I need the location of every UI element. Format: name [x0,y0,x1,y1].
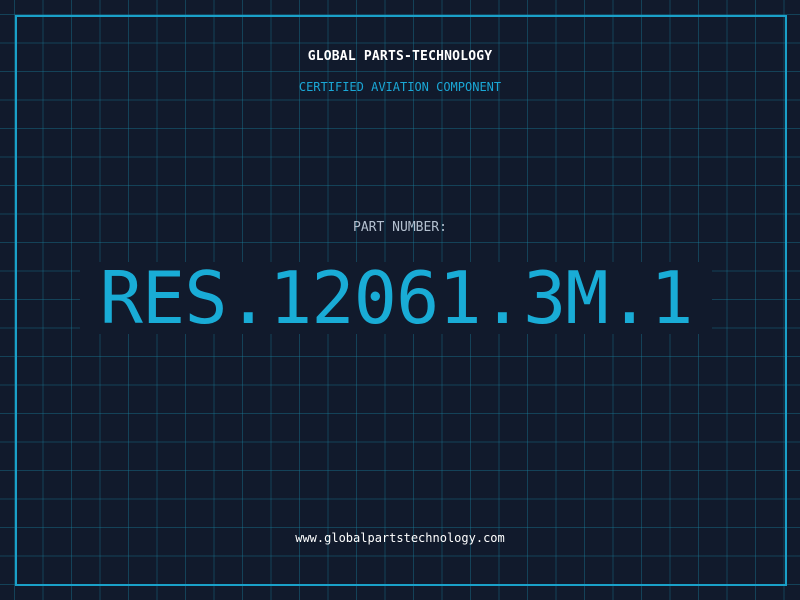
company-name: GLOBAL PARTS-TECHNOLOGY [307,49,493,64]
part-number-panel: RES.12061.3M.1 [80,262,712,334]
website-url: www.globalpartstechnology.com [295,531,505,545]
certification-subtitle: CERTIFIED AVIATION COMPONENT [298,80,502,94]
part-number-card: GLOBAL PARTS-TECHNOLOGY CERTIFIED AVIATI… [0,0,800,600]
part-number-label: PART NUMBER: [353,220,447,235]
part-number-value: RES.12061.3M.1 [99,256,694,340]
